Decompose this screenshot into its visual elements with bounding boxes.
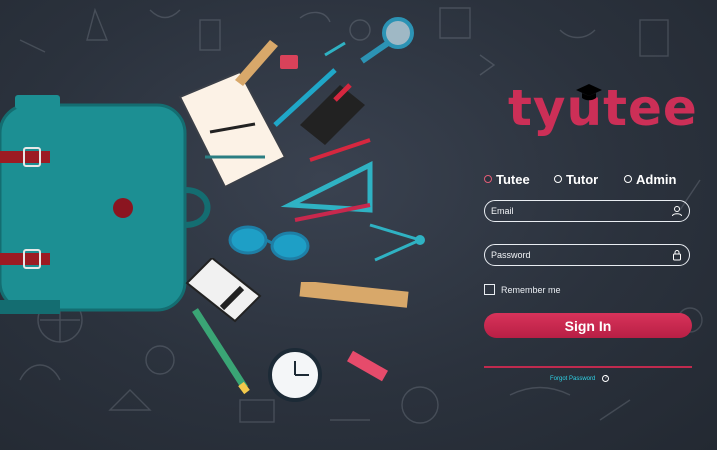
login-panel: tyutee Tutee Tutor Admin Email Password … bbox=[478, 0, 717, 450]
role-option-tutee[interactable]: Tutee bbox=[484, 170, 554, 188]
remember-label: Remember me bbox=[501, 284, 561, 295]
sign-in-button[interactable]: Sign In bbox=[484, 313, 692, 338]
radio-icon bbox=[554, 175, 562, 183]
user-icon bbox=[672, 206, 682, 217]
magnifier-icon bbox=[360, 17, 414, 64]
email-input[interactable] bbox=[491, 206, 651, 216]
email-field bbox=[484, 200, 690, 222]
radio-icon bbox=[624, 175, 632, 183]
help-icon: ? bbox=[602, 375, 610, 382]
brand-logo: tyutee bbox=[508, 80, 697, 140]
role-label: Tutor bbox=[566, 171, 599, 187]
eraser-icon bbox=[347, 350, 388, 382]
graduation-cap-icon bbox=[576, 84, 602, 101]
lock-icon bbox=[673, 250, 681, 261]
remember-me[interactable]: Remember me bbox=[484, 284, 561, 295]
password-input[interactable] bbox=[491, 250, 651, 260]
role-option-tutor[interactable]: Tutor bbox=[554, 170, 624, 188]
ruler-icon bbox=[299, 282, 409, 308]
password-field bbox=[484, 244, 690, 266]
role-selector: Tutee Tutor Admin bbox=[484, 170, 714, 188]
divider bbox=[484, 366, 692, 368]
forgot-password-link[interactable]: Forgot Password ? bbox=[550, 375, 610, 382]
role-label: Admin bbox=[636, 171, 677, 187]
radio-selected-icon bbox=[484, 175, 492, 183]
pencil-icon bbox=[192, 308, 250, 395]
forgot-label: Forgot Password bbox=[550, 375, 596, 382]
login-screen: tyutee Tutee Tutor Admin Email Password … bbox=[0, 0, 717, 450]
checkbox[interactable] bbox=[484, 284, 495, 295]
role-option-admin[interactable]: Admin bbox=[624, 170, 676, 188]
role-label: Tutee bbox=[496, 171, 530, 187]
clock-icon bbox=[268, 348, 322, 402]
